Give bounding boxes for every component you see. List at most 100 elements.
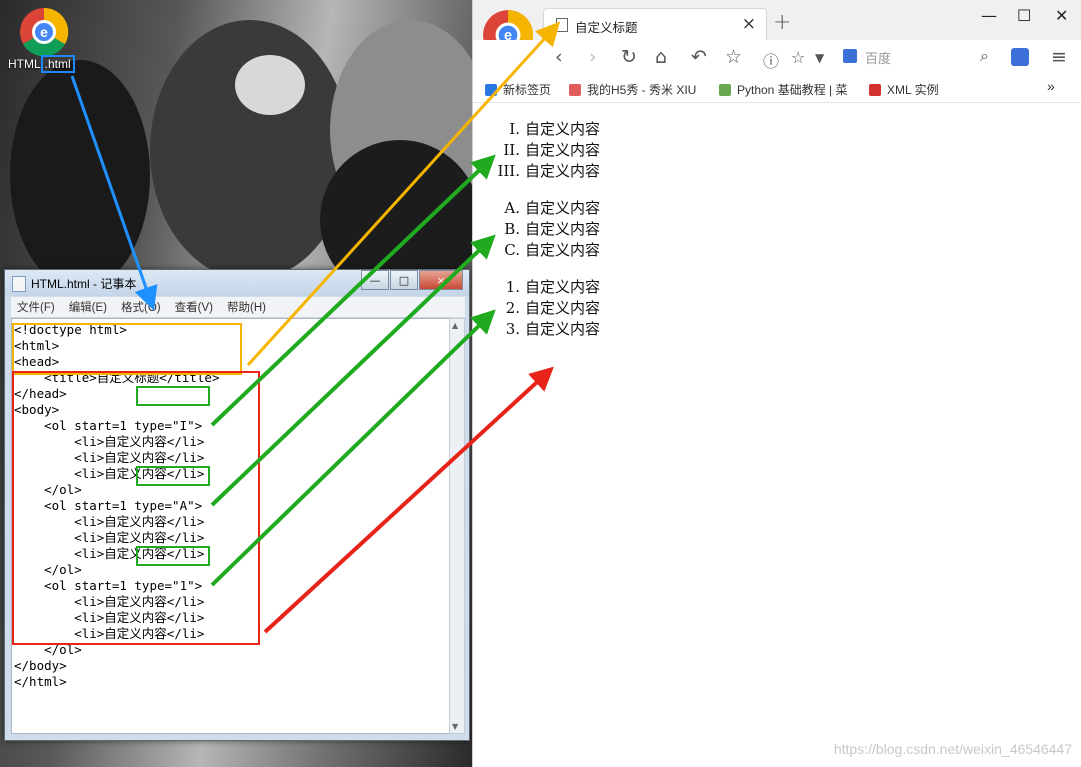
menu-edit[interactable]: 编辑(E) xyxy=(69,299,107,315)
bookmarks-bar: 新标签页 我的H5秀 - 秀米 XIU Python 基础教程 | 菜 XML … xyxy=(473,76,1081,103)
head-highlight-box xyxy=(12,323,242,375)
bookmark-icon xyxy=(719,84,731,96)
watermark: https://blog.csdn.net/weixin_46546447 xyxy=(833,741,1072,757)
info-icon[interactable]: ⓘ xyxy=(763,48,779,72)
browser-minimize-button[interactable]: — xyxy=(981,6,997,25)
scroll-up-icon[interactable]: ▲ xyxy=(452,321,458,330)
page-content: I. 自定义内容 II. 自定义内容 III. 自定义内容 A. 自定义内容 B. 自定义… xyxy=(473,103,1081,767)
list-marker: II. xyxy=(503,141,520,159)
bookmark-item[interactable]: Python 基础教程 | 菜 xyxy=(719,81,847,98)
list-item: C. 自定义内容 xyxy=(493,240,600,261)
notepad-menubar: 文件(F) 编辑(E) 格式(O) 查看(V) 帮助(H) xyxy=(11,297,465,318)
bookmark-item[interactable]: 我的H5秀 - 秀米 XIU xyxy=(569,81,696,98)
list-item: II. 自定义内容 xyxy=(493,140,600,161)
list-item-text: 自定义内容 xyxy=(525,120,601,138)
browser-maximize-button[interactable]: ☐ xyxy=(1017,6,1031,25)
ordered-list-alpha: A. 自定义内容 B. 自定义内容 C. 自定义内容 xyxy=(493,198,600,261)
svg-text:e: e xyxy=(40,24,48,40)
type-i-highlight-box xyxy=(136,386,210,406)
notepad-scrollbar[interactable]: ▲ ▼ xyxy=(449,318,465,734)
bookmarks-more-button[interactable]: » xyxy=(1047,78,1055,94)
list-marker: C. xyxy=(504,241,520,259)
bookmark-label: 我的H5秀 - 秀米 XIU xyxy=(587,83,697,97)
address-search-box[interactable]: 百度 ⌕ xyxy=(837,46,993,68)
desktop-background: e HTML .html HTML.html - 记事本 — □ × 文件(F) … xyxy=(0,0,472,767)
maximize-button[interactable]: □ xyxy=(390,270,418,290)
baidu-icon xyxy=(843,49,857,63)
tab-strip: 自定义标题 × + — ☐ ✕ xyxy=(473,0,1081,41)
list-marker: 3. xyxy=(505,320,520,338)
translate-icon[interactable] xyxy=(1011,48,1029,66)
ordered-list-roman: I. 自定义内容 II. 自定义内容 III. 自定义内容 xyxy=(493,119,600,182)
undo-icon[interactable]: ↶ xyxy=(691,46,707,68)
notepad-text-area[interactable]: <!doctype html> <html> <head> <title>自定义… xyxy=(11,318,451,734)
list-item: 2. 自定义内容 xyxy=(493,298,600,319)
refresh-icon[interactable]: ↻ xyxy=(621,46,637,68)
file-extension: .html xyxy=(40,55,75,73)
bookmark-icon xyxy=(485,84,497,96)
desktop-file-label[interactable]: HTML .html xyxy=(8,55,75,73)
chevron-down-icon[interactable]: ▼ xyxy=(815,51,824,65)
bookmark-icon xyxy=(869,84,881,96)
list-item: B. 自定义内容 xyxy=(493,219,600,240)
list-marker: 1. xyxy=(505,278,520,296)
browser-close-button[interactable]: ✕ xyxy=(1055,6,1068,25)
tab-close-icon[interactable]: × xyxy=(742,14,756,34)
new-tab-button[interactable]: + xyxy=(773,10,791,35)
type-a-highlight-box xyxy=(136,466,210,486)
list-item-text: 自定义内容 xyxy=(525,320,601,338)
list-item-text: 自定义内容 xyxy=(525,141,601,159)
close-button[interactable]: × xyxy=(419,270,463,290)
menu-help[interactable]: 帮助(H) xyxy=(227,299,266,315)
ordered-list-numeric: 1. 自定义内容 2. 自定义内容 3. 自定义内容 xyxy=(493,277,600,340)
file-name: HTML xyxy=(8,57,41,71)
list-marker: 2. xyxy=(505,299,520,317)
list-marker: B. xyxy=(504,220,520,238)
bookmark-item[interactable]: 新标签页 xyxy=(485,81,551,98)
list-item-text: 自定义内容 xyxy=(525,199,601,217)
notepad-title: HTML.html - 记事本 xyxy=(31,277,137,291)
menu-view[interactable]: 查看(V) xyxy=(175,299,213,315)
bookmark-icon xyxy=(569,84,581,96)
bookmark-label: 新标签页 xyxy=(503,83,552,97)
tab-title: 自定义标题 xyxy=(575,20,638,35)
navigation-bar: ‹ › ↻ ⌂ ↶ ☆ ⓘ ☆ ▼ 百度 ⌕ ≡ xyxy=(473,40,1081,77)
bookmark-label: XML 实例 xyxy=(887,83,939,97)
page-icon xyxy=(556,18,568,32)
notepad-titlebar[interactable]: HTML.html - 记事本 — □ × xyxy=(5,270,469,296)
search-engine-label: 百度 xyxy=(865,52,892,67)
desktop-scroll-object xyxy=(235,55,305,115)
scroll-down-icon[interactable]: ▼ xyxy=(452,722,458,731)
bookmark-star-icon[interactable]: ☆ xyxy=(791,48,805,67)
menu-format[interactable]: 格式(O) xyxy=(121,299,161,315)
list-item-text: 自定义内容 xyxy=(525,278,601,296)
body-highlight-box xyxy=(12,371,260,645)
type-1-highlight-box xyxy=(136,546,210,566)
list-item-text: 自定义内容 xyxy=(525,241,601,259)
browser-desktop-icon[interactable]: e xyxy=(18,6,70,58)
menu-icon[interactable]: ≡ xyxy=(1051,46,1067,68)
browser-window: 自定义标题 × + — ☐ ✕ e ‹ › ↻ ⌂ ↶ ☆ ⓘ ☆ ▼ 百度 ⌕… xyxy=(472,0,1081,767)
home-icon[interactable]: ⌂ xyxy=(655,46,667,68)
list-item-text: 自定义内容 xyxy=(525,299,601,317)
tab-active[interactable]: 自定义标题 × xyxy=(543,8,767,41)
search-icon[interactable]: ⌕ xyxy=(980,46,989,66)
list-item-text: 自定义内容 xyxy=(525,162,601,180)
list-marker: III. xyxy=(497,162,520,180)
list-marker: A. xyxy=(504,199,520,217)
list-item: III. 自定义内容 xyxy=(493,161,600,182)
back-icon[interactable]: ‹ xyxy=(555,46,563,68)
list-item: I. 自定义内容 xyxy=(493,119,600,140)
list-item-text: 自定义内容 xyxy=(525,220,601,238)
list-item: 1. 自定义内容 xyxy=(493,277,600,298)
minimize-button[interactable]: — xyxy=(361,270,389,290)
bookmark-label: Python 基础教程 | 菜 xyxy=(737,83,848,97)
favorite-star-icon[interactable]: ☆ xyxy=(725,46,742,68)
menu-file[interactable]: 文件(F) xyxy=(17,299,55,315)
list-item: A. 自定义内容 xyxy=(493,198,600,219)
notepad-window[interactable]: HTML.html - 记事本 — □ × 文件(F) 编辑(E) 格式(O) … xyxy=(4,269,470,741)
forward-icon[interactable]: › xyxy=(589,46,597,68)
bookmark-item[interactable]: XML 实例 xyxy=(869,81,939,98)
list-item: 3. 自定义内容 xyxy=(493,319,600,340)
list-marker: I. xyxy=(509,120,520,138)
